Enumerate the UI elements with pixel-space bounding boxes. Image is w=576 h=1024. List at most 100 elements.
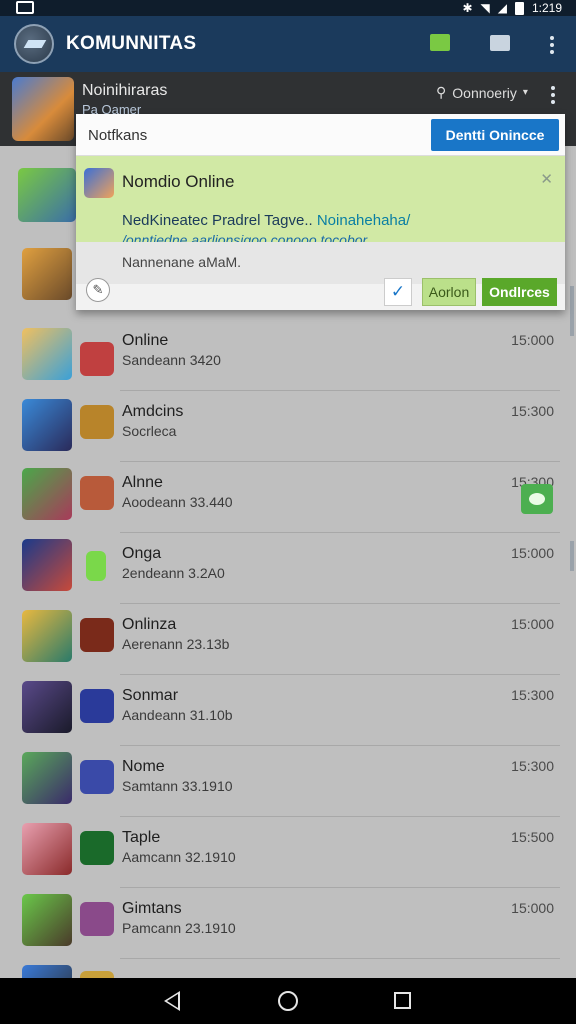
list-item[interactable]: Gimtans Pamcann 23.1910 15:000 (0, 888, 576, 959)
community-name: Noinihiraras (82, 82, 168, 99)
dialog-header: Notfkans Dentti Onincce (76, 114, 565, 156)
app-bar: KOMUNNITAS (0, 16, 576, 72)
avatar[interactable] (22, 248, 72, 300)
list-item-title: Taple (122, 829, 161, 846)
avatar[interactable] (18, 168, 76, 222)
notification-body: NedKineatec Pradrel Tagve.. Noinahehaha/ (122, 212, 410, 229)
avatar (22, 539, 72, 591)
list-item[interactable]: Onga 2endeann 3.2A0 15:000 (0, 533, 576, 604)
search-icon: ⚲ (436, 84, 447, 100)
primary-action-button[interactable]: Ondlrces (482, 278, 557, 306)
bluetooth-icon: ✱ (462, 1, 473, 15)
notification-avatar (84, 168, 114, 198)
game-icon (80, 405, 114, 439)
list-item-subtitle: Aamcann 32.1910 (122, 849, 236, 865)
dialog-header-button[interactable]: Dentti Onincce (431, 119, 559, 151)
notification-meta-text: Nannenane aMaM. (122, 254, 242, 270)
chevron-down-icon: ▾ (522, 87, 528, 98)
list-item[interactable]: Onlinza Aerenann 23.13b 15:000 (0, 604, 576, 675)
game-icon (86, 551, 106, 581)
list-item-subtitle: Socrleca (122, 423, 177, 439)
list-item-time: 15:500 (511, 829, 554, 845)
list-item-time: 15:000 (511, 545, 554, 561)
bot-icon[interactable] (521, 484, 553, 514)
back-icon[interactable] (164, 991, 180, 1011)
list-item[interactable]: Amdcins Socrleca 15:300 (0, 391, 576, 462)
list-item[interactable]: Nome Samtann 33.1910 15:300 (0, 746, 576, 817)
list-item[interactable]: Online Sandeann 3420 15:000 (0, 320, 576, 391)
list-item-subtitle: Aerenann 23.13b (122, 636, 230, 652)
list-item-time: 15:000 (511, 616, 554, 632)
list-item[interactable]: Alnne Aoodeann 33.440 15:300 (0, 462, 576, 533)
game-icon (80, 902, 114, 936)
avatar (22, 752, 72, 804)
list-item[interactable]: Taple Aamcann 32.1910 15:500 (0, 817, 576, 888)
avatar (22, 328, 72, 380)
chat-icon[interactable] (430, 34, 450, 51)
list-item-title: Nome (122, 758, 165, 775)
list-item-time: 15:000 (511, 332, 554, 348)
list-item-title: Gimtans (122, 900, 182, 917)
notification-body-highlight: Noinahehaha/ (316, 212, 411, 229)
list-item-subtitle: Aoodeann 33.440 (122, 494, 233, 510)
game-icon (80, 831, 114, 865)
status-time: 1:219 (531, 1, 562, 15)
search-label: Oonnoeriy (452, 84, 517, 101)
avatar (22, 681, 72, 733)
list-item-title: Onga (122, 545, 162, 562)
avatar (22, 399, 72, 451)
avatar (22, 468, 72, 520)
dialog-footer: ✎ ✓ Aorlon Ondlrces (76, 278, 565, 310)
search-dropdown[interactable]: ⚲ Oonnoeriy ▾ (436, 84, 528, 101)
close-icon[interactable]: ✕ (540, 170, 553, 188)
wifi-icon: ◥ (480, 1, 490, 15)
secondary-action-button[interactable]: Aorlon (422, 278, 476, 306)
list-item-time: 15:300 (511, 758, 554, 774)
avatar (22, 965, 72, 978)
app-title: KOMUNNITAS (66, 33, 197, 54)
list-item-subtitle: 2endeann 3.2A0 (122, 565, 225, 581)
game-icon (80, 618, 114, 652)
status-bar: ✱ ◥ ◢ 1:219 (0, 0, 576, 16)
recents-icon[interactable] (394, 992, 411, 1009)
game-icon (80, 971, 114, 978)
community-thumbnail[interactable] (12, 77, 74, 141)
list-item[interactable]: Sonmar Aandeann 31.10b 15:300 (0, 675, 576, 746)
home-icon[interactable] (278, 991, 298, 1011)
overflow-icon[interactable] (551, 86, 555, 107)
system-nav-bar (0, 978, 576, 1024)
notification-title: Nomdio Online (122, 172, 235, 191)
game-icon (80, 476, 114, 510)
list-item-subtitle: Sandeann 3420 (122, 352, 221, 368)
list-item-subtitle: Samtann 33.1910 (122, 778, 233, 794)
avatar (22, 894, 72, 946)
list-item-title: Onlinza (122, 616, 177, 633)
gallery-icon (16, 1, 34, 14)
battery-icon (514, 1, 524, 15)
dialog-header-label: Notfkans (88, 127, 148, 144)
notification-body-text: NedKineatec Pradrel Tagve.. (122, 212, 313, 229)
overflow-icon[interactable] (550, 36, 554, 57)
list-item-time: 15:300 (511, 403, 554, 419)
list-item-title: Online (122, 332, 169, 349)
notification-dialog: Notfkans Dentti Onincce Nomdio Online ✕ … (76, 114, 565, 310)
edit-icon[interactable]: ✎ (86, 278, 110, 302)
list-item-time: 15:300 (511, 687, 554, 703)
status-icons: ✱ ◥ ◢ 1:219 (462, 0, 562, 16)
logo-icon[interactable] (14, 24, 54, 64)
list-item-time: 15:000 (511, 900, 554, 916)
list-item-title: Amdcins (122, 403, 184, 420)
list-item-subtitle: Pamcann 23.1910 (122, 920, 236, 936)
camera-icon[interactable] (490, 35, 510, 51)
avatar (22, 610, 72, 662)
list-item-title: Sonmar (122, 687, 179, 704)
game-icon (80, 342, 114, 376)
list-item-title: Alnne (122, 474, 163, 491)
list-item-subtitle: Aandeann 31.10b (122, 707, 233, 723)
notification-card[interactable]: Nomdio Online ✕ NedKineatec Pradrel Tagv… (76, 156, 565, 284)
list-item[interactable] (0, 959, 576, 978)
avatar (22, 823, 72, 875)
game-icon (80, 689, 114, 723)
signal-icon: ◢ (497, 1, 507, 15)
check-button[interactable]: ✓ (384, 278, 412, 306)
